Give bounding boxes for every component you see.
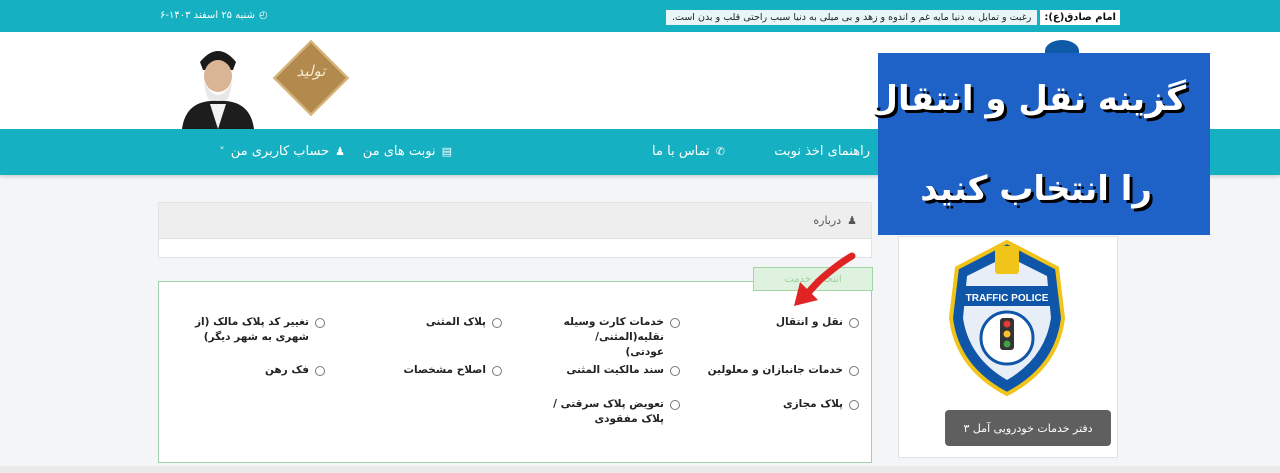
emblem-text: تولید — [296, 62, 326, 80]
red-arrow-icon — [794, 252, 856, 306]
option-duplicate-deed[interactable]: سند مالکیت المثنی — [566, 363, 680, 378]
option-label: پلاک مجازی — [782, 398, 843, 410]
option-edit-details[interactable]: اصلاح مشخصات — [403, 363, 502, 378]
nav-guide[interactable]: راهنمای اخذ نوبت — [774, 144, 870, 159]
radio-icon[interactable] — [849, 318, 859, 328]
nav-appointments[interactable]: ▤ نوبت های من — [363, 144, 452, 159]
leader-portrait-icon — [170, 34, 265, 129]
about-panel-header[interactable]: ♟ درباره — [159, 203, 871, 239]
phone-icon: ✆ — [715, 145, 725, 158]
radio-icon[interactable] — [315, 318, 325, 328]
top-bar: امام صادق(ع): رغبت و تمایل به دنیا مایه … — [0, 0, 1280, 32]
option-vehicle-card[interactable]: خدمات کارت وسیله نقلیه(المثنی/عودتی) — [562, 315, 680, 360]
option-release-mortgage[interactable]: فک رهن — [265, 363, 325, 378]
nav-contact-label: تماس با ما — [652, 144, 710, 159]
nav-account[interactable]: ♟ حساب کاربری من ˅ — [219, 144, 345, 159]
radio-icon[interactable] — [492, 318, 502, 328]
option-virtual-plate[interactable]: پلاک مجازی — [783, 397, 859, 412]
office-name-label[interactable]: دفتر خدمات خودرویی آمل ۳ — [945, 410, 1111, 446]
radio-icon[interactable] — [670, 366, 680, 376]
page-bottom-divider — [0, 466, 1280, 473]
option-transfer[interactable]: نقل و انتقال — [776, 315, 859, 330]
radio-icon[interactable] — [670, 400, 680, 410]
chevron-down-icon: ˅ — [219, 145, 225, 158]
about-title: درباره — [813, 214, 842, 227]
radio-icon[interactable] — [849, 400, 859, 410]
option-label: تعویض پلاک سرقتی / پلاک مفقودی — [553, 398, 664, 425]
quote-title: امام صادق(ع): — [1040, 10, 1120, 25]
daily-quote: امام صادق(ع): رغبت و تمایل به دنیا مایه … — [666, 9, 1120, 26]
badge-text: TRAFFIC POLICE — [966, 293, 1049, 304]
callout-line-1: گزینه نقل و انتقال — [868, 79, 1186, 119]
user-icon: ♟ — [335, 145, 345, 158]
calendar-icon: ▤ — [441, 145, 452, 158]
radio-icon[interactable] — [492, 366, 502, 376]
option-veterans[interactable]: خدمات جانبازان و معلولین — [708, 363, 859, 378]
instruction-callout: گزینه نقل و انتقال را انتخاب کنید — [869, 53, 1210, 235]
option-replace-plate[interactable]: تعویض پلاک سرقتی / پلاک مفقودی — [540, 397, 680, 427]
option-label: فک رهن — [264, 364, 309, 376]
nav-contact[interactable]: ✆ تماس با ما — [652, 144, 725, 159]
nav-appointments-label: نوبت های من — [362, 144, 436, 159]
quote-text: رغبت و تمایل به دنیا مایه غم و اندوه و ز… — [666, 10, 1038, 25]
radio-icon[interactable] — [670, 318, 680, 328]
option-duplicate-plate[interactable]: پلاک المثنی — [426, 315, 502, 330]
option-label: سند مالکیت المثنی — [566, 364, 664, 376]
option-label: تغییر کد پلاک مالک (از شهری به شهر دیگر) — [194, 316, 309, 343]
option-label: اصلاح مشخصات — [403, 364, 486, 376]
callout-line-2: را انتخاب کنید — [920, 169, 1152, 209]
nav-account-label: حساب کاربری من — [230, 144, 330, 159]
date-text: شنبه ۲۵ اسفند ۱۴۰۳-۶ — [160, 10, 256, 21]
traffic-police-badge-icon: TRAFFIC POLICE — [948, 239, 1066, 397]
clock-icon: ◴ — [259, 10, 268, 21]
user-icon: ♟ — [847, 214, 857, 227]
option-label: نقل و انتقال — [775, 316, 843, 328]
nav-guide-label: راهنمای اخذ نوبت — [774, 144, 870, 159]
option-plate-code-change[interactable]: تغییر کد پلاک مالک (از شهری به شهر دیگر) — [175, 315, 325, 345]
option-label: خدمات کارت وسیله نقلیه(المثنی/عودتی) — [563, 316, 664, 358]
radio-icon[interactable] — [849, 366, 859, 376]
option-label: خدمات جانبازان و معلولین — [707, 364, 843, 376]
option-label: پلاک المثنی — [425, 316, 486, 328]
radio-icon[interactable] — [315, 366, 325, 376]
current-date: ◴ شنبه ۲۵ اسفند ۱۴۰۳-۶ — [160, 10, 268, 21]
about-panel: ♟ درباره — [158, 202, 872, 258]
